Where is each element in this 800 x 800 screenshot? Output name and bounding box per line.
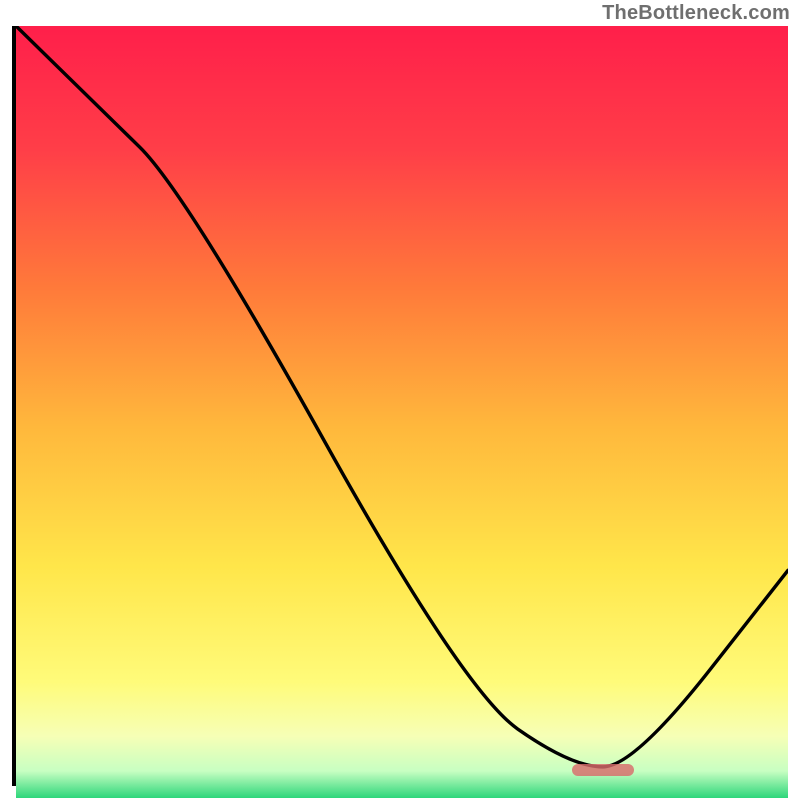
optimal-region-marker	[572, 764, 634, 776]
bottleneck-curve	[16, 26, 788, 782]
plot-frame	[12, 26, 788, 786]
watermark-text: TheBottleneck.com	[602, 2, 790, 25]
